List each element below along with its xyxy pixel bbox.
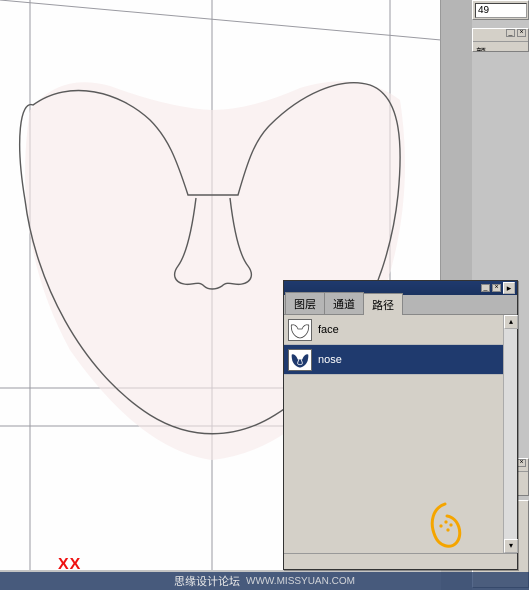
path-row-face[interactable]: face: [284, 315, 503, 345]
attribution-url: WWW.MISSYUAN.COM: [246, 576, 355, 587]
path-name: face: [318, 324, 339, 336]
color-panel-label: 颜: [473, 42, 528, 52]
tab-layers[interactable]: 图层: [285, 292, 325, 314]
path-thumb-face: [288, 319, 312, 341]
attribution-text: 思缘设计论坛: [174, 573, 240, 589]
missyuan-logo-icon: [423, 496, 467, 558]
minimize-icon[interactable]: _: [506, 29, 515, 37]
numeric-field[interactable]: 49: [475, 3, 527, 18]
tab-channels[interactable]: 通道: [324, 292, 364, 314]
minimize-icon[interactable]: _: [481, 284, 490, 292]
close-icon[interactable]: ×: [517, 459, 526, 467]
panel-scrollbar[interactable]: ▴ ▾: [503, 315, 517, 553]
paths-panel[interactable]: _ × ▸ 图层 通道 路径 face nose ▴ ▾: [283, 280, 518, 570]
attribution-bar: 思缘设计论坛 WWW.MISSYUAN.COM: [0, 572, 529, 590]
scroll-down-icon[interactable]: ▾: [504, 539, 518, 553]
close-icon[interactable]: ×: [492, 284, 501, 292]
panel-footer: [284, 553, 517, 569]
path-thumb-nose: [288, 349, 312, 371]
path-name: nose: [318, 354, 342, 366]
scroll-up-icon[interactable]: ▴: [504, 315, 518, 329]
numeric-panel[interactable]: 49: [472, 0, 529, 20]
tab-paths[interactable]: 路径: [363, 293, 403, 315]
flyout-menu-icon[interactable]: ▸: [503, 282, 515, 294]
color-panel[interactable]: _ × 颜: [472, 28, 529, 52]
path-row-nose[interactable]: nose: [284, 345, 503, 375]
path-list[interactable]: face nose ▴ ▾: [284, 315, 517, 553]
panel-tabs: 图层 通道 路径: [284, 295, 517, 315]
close-icon[interactable]: ×: [517, 29, 526, 37]
